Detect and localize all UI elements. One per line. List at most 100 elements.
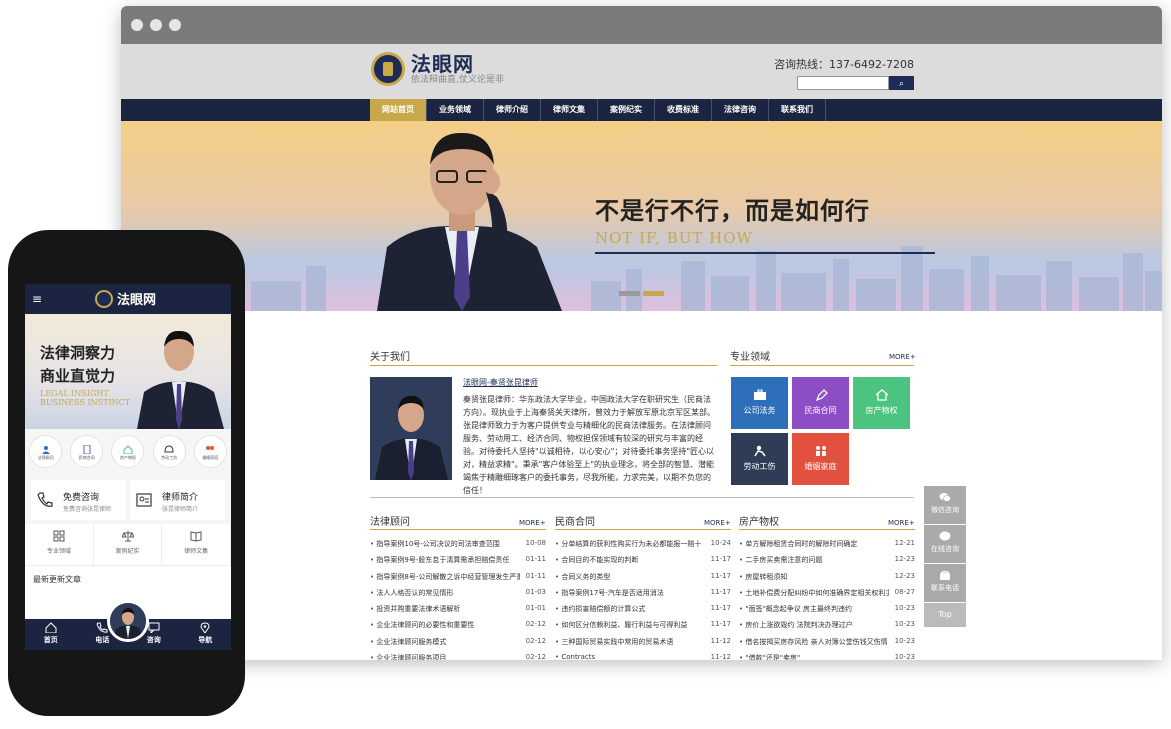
news-item[interactable]: "面签"概念起争议 房主最终判违约 10-23 [739, 604, 915, 620]
news-item[interactable]: 房价上涨欲毁约 法院判决办理过户 10-23 [739, 620, 915, 636]
bar-navigation[interactable]: 导航 [180, 619, 232, 650]
nav-contact[interactable]: 联系我们 [769, 99, 826, 121]
news-item[interactable]: 企业法律顾问的必要性和重要性 02-12 [370, 620, 546, 636]
tile-property[interactable]: 房产物权 [853, 377, 910, 429]
news-item[interactable]: 合同目的不能实现的判断 11-17 [555, 555, 731, 571]
back-to-top-button[interactable]: Top [924, 603, 966, 627]
sidebar-online[interactable]: 在线咨询 [924, 525, 966, 563]
column-more-contract[interactable]: MORE+ [704, 519, 731, 527]
tile-label: 民商合同 [804, 406, 837, 415]
circle-labor[interactable]: 劳动工伤 [152, 435, 186, 468]
banner-dot-2[interactable] [643, 291, 664, 296]
news-item[interactable]: 指导案例17号-汽车是否适用消法 11-17 [555, 588, 731, 604]
news-item[interactable]: 房屋转租须知 12-23 [739, 572, 915, 588]
news-item[interactable]: 土地补偿费分配纠纷中如何准确界定相关权利主体 08-27 [739, 588, 915, 604]
free-consult-card[interactable]: 免费咨询 免费咨询张昆律师 [31, 480, 126, 520]
nav-home[interactable]: 网站首页 [370, 99, 427, 121]
card-heading: 免费咨询 [63, 493, 100, 503]
tile-label: 劳动工伤 [743, 462, 776, 471]
tile-family[interactable]: 婚姻家庭 [792, 433, 849, 485]
search-button[interactable]: ⌕ [889, 76, 914, 90]
mobile-logo-text: 法眼网 [117, 293, 157, 308]
window-maximize-dot[interactable] [169, 19, 181, 31]
tool-practice[interactable]: 专业领域 [25, 524, 94, 565]
desktop-browser-window: 法眼网 依法辩曲直,仗义论是非 咨询热线：137-6492-7208 ⌕ 网站首… [121, 6, 1162, 660]
news-item-date: 11-17 [710, 571, 731, 580]
bar-home[interactable]: 首页 [25, 619, 77, 650]
tile-corporate[interactable]: 公司法务 [731, 377, 788, 429]
hamburger-menu-icon[interactable]: ≡ [32, 292, 42, 306]
mobile-banner-line3: LEGAL INSIGHT [40, 389, 109, 398]
tile-contract[interactable]: 民商合同 [792, 377, 849, 429]
news-item[interactable]: 分单结算的获利性购买行为未必都能报一赔十 10-24 [555, 539, 731, 555]
mobile-logo[interactable]: 法眼网 [95, 289, 156, 308]
news-item[interactable]: "借款"还是"卖房" 10-23 [739, 653, 915, 660]
banner-dot-1[interactable] [619, 291, 640, 296]
site-logo[interactable]: 法眼网 依法辩曲直,仗义论是非 [371, 52, 504, 86]
circle-contract[interactable]: 民商合同 [70, 435, 104, 468]
news-item[interactable]: 投资并购重要法律术语解析 01-01 [370, 604, 546, 620]
browser-chrome [121, 6, 1162, 44]
news-item[interactable]: 如何区分信赖利益、履行利益与可得利益 11-17 [555, 620, 731, 636]
news-item[interactable]: 企业法律顾问服务模式 02-12 [370, 637, 546, 653]
practice-more-link[interactable]: MORE+ [889, 353, 916, 361]
news-item-date: 02-12 [525, 653, 546, 660]
circle-family[interactable]: 婚姻家庭 [193, 435, 227, 468]
window-minimize-dot[interactable] [150, 19, 162, 31]
about-link[interactable]: 法眼网-秦贤张昆律师 [463, 377, 538, 388]
family-icon [814, 445, 828, 457]
nav-practice[interactable]: 业务领域 [427, 99, 484, 121]
tool-label: 律师文集 [184, 548, 209, 555]
news-item[interactable]: 违约损害赔偿额的计算公式 11-17 [555, 604, 731, 620]
news-item-date: 11-17 [710, 620, 731, 629]
nav-cases[interactable]: 案例纪实 [598, 99, 655, 121]
lawyer-profile-card[interactable]: 律师简介 张昆律师简介 [130, 480, 225, 520]
tool-articles[interactable]: 律师文集 [162, 524, 231, 565]
bar-label: 首页 [43, 636, 58, 644]
news-item[interactable]: 单方解除租赁合同时的解除时间确定 12-21 [739, 539, 915, 555]
column-more-property[interactable]: MORE+ [888, 519, 915, 527]
nav-consult[interactable]: 法律咨询 [712, 99, 769, 121]
nav-lawyers[interactable]: 律师介绍 [484, 99, 541, 121]
news-item[interactable]: 合同义务的类型 11-17 [555, 572, 731, 588]
mobile-banner-line2: 商业直觉力 [40, 367, 116, 385]
news-item[interactable]: Contracts 11-12 [555, 653, 731, 660]
sidebar-phone[interactable]: 联系电话 [924, 564, 966, 602]
tile-labor[interactable]: 劳动工伤 [731, 433, 788, 485]
nav-fees[interactable]: 收费标准 [655, 99, 712, 121]
mobile-header: ≡ 法眼网 [25, 284, 231, 314]
circle-legal[interactable]: 法律顾问 [29, 435, 63, 468]
wechat-icon [939, 492, 951, 503]
news-item[interactable]: 法人人格否认的常见情形 01-03 [370, 588, 546, 604]
news-item-title: 违约损害赔偿额的计算公式 [555, 604, 645, 620]
search-input[interactable] [797, 76, 889, 90]
news-item[interactable]: 二手房买卖需注意的问题 12-23 [739, 555, 915, 571]
news-item[interactable]: 指导案例10号-公司决议的司法审查范围 10-08 [370, 539, 546, 555]
news-item-date: 02-12 [525, 620, 546, 629]
news-item-date: 12-23 [894, 555, 915, 564]
news-item[interactable]: 借名按揭买房存风险 亲人对簿公堂伤钱又伤情 10-23 [739, 637, 915, 653]
news-item-title: 借名按揭买房存风险 亲人对簿公堂伤钱又伤情 [739, 637, 887, 653]
sidebar-label: 微信咨询 [931, 506, 959, 514]
news-item[interactable]: 指导案例8号-公司解散之诉中经营管理发生严重困难 01-11 [370, 572, 546, 588]
search-box: ⌕ [797, 76, 914, 90]
window-close-dot[interactable] [131, 19, 143, 31]
emblem-icon [371, 52, 405, 86]
news-item[interactable]: 指导案例9号-股东怠于清算需承担赔偿责任 01-11 [370, 555, 546, 571]
news-item[interactable]: 企业法律顾问服务项目 02-12 [370, 653, 546, 660]
card-subtext: 张昆律师简介 [162, 506, 199, 513]
sidebar-wechat[interactable]: 微信咨询 [924, 486, 966, 524]
mobile-avatar[interactable] [107, 600, 149, 642]
news-item-date: 01-01 [525, 604, 546, 613]
news-item[interactable]: 三种国际贸易实践中常用的贸易术语 11-12 [555, 637, 731, 653]
tool-cases[interactable]: 案例纪实 [94, 524, 163, 565]
nav-articles[interactable]: 律师文集 [541, 99, 598, 121]
news-item-title: 企业法律顾问服务模式 [370, 637, 446, 653]
circle-property[interactable]: 房产物权 [111, 435, 145, 468]
column-divider [739, 529, 915, 530]
news-item-date: 11-17 [710, 587, 731, 596]
bar-label: 电话 [95, 636, 110, 644]
news-list-contract: 分单结算的获利性购买行为未必都能报一赔十 10-24 合同目的不能实现的判断 11-1… [555, 539, 731, 660]
phone-screen: ≡ 法眼网 法律洞察力 商业直觉力 LEGAL INSIGHT BUSINESS… [25, 284, 231, 650]
column-more-legal[interactable]: MORE+ [519, 519, 546, 527]
